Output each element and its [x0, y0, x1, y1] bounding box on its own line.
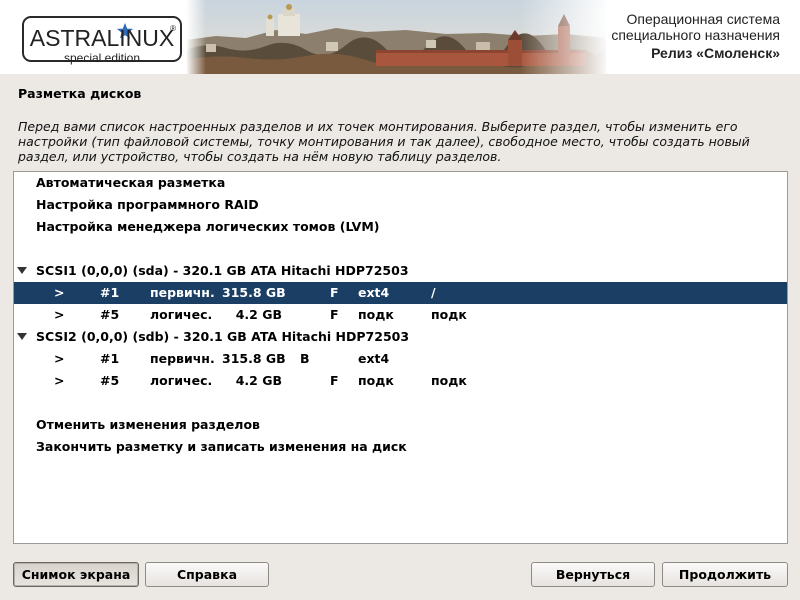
partition-size: 315.8 GB: [222, 351, 286, 366]
partition-flag-boot: B: [300, 351, 310, 366]
partition-row-sdb1[interactable]: > #1 первичн. 315.8 GB B ext4: [14, 348, 787, 370]
partition-type: первичн.: [150, 285, 215, 300]
partition-type: первичн.: [150, 351, 215, 366]
list-item-label: Настройка программного RAID: [36, 197, 259, 212]
partition-flag-format: F: [330, 373, 339, 388]
list-item-label: Настройка менеджера логических томов (LV…: [36, 219, 380, 234]
expand-triangle-icon: [17, 267, 27, 274]
partition-mount: подк: [431, 373, 467, 388]
logo-subtitle: special edition: [63, 51, 141, 65]
page-description: Перед вами список настроенных разделов и…: [18, 119, 750, 164]
partition-flag-format: F: [330, 285, 339, 300]
page-title: Разметка дисков: [18, 86, 142, 101]
partition-arrow: >: [54, 307, 65, 322]
partition-number: #5: [100, 373, 120, 388]
partition-filesystem: подк: [358, 307, 394, 322]
partition-type: логичес.: [150, 307, 213, 322]
partition-filesystem: ext4: [358, 351, 390, 366]
list-item-undo-changes[interactable]: Отменить изменения разделов: [14, 414, 787, 436]
partition-arrow: >: [54, 285, 65, 300]
partition-flag-format: F: [330, 307, 339, 322]
partition-size: 4.2 GB: [235, 307, 282, 322]
partition-row-sda1[interactable]: > #1 первичн. 315.8 GB F ext4 /: [14, 282, 787, 304]
os-title-line2: специального назначения: [611, 27, 780, 43]
partition-number: #1: [100, 351, 120, 366]
disk-label: SCSI1 (0,0,0) (sda) - 320.1 GB ATA Hitac…: [36, 263, 409, 278]
partition-row-sdb5[interactable]: > #5 логичес. 4.2 GB F подк подк: [14, 370, 787, 392]
os-title-line1: Операционная система: [626, 11, 780, 27]
list-item-lvm[interactable]: Настройка менеджера логических томов (LV…: [14, 216, 787, 238]
partition-number: #5: [100, 307, 120, 322]
partition-row-sda5[interactable]: > #5 логичес. 4.2 GB F подк подк: [14, 304, 787, 326]
partition-mount: /: [431, 285, 436, 300]
disk-label: SCSI2 (0,0,0) (sdb) - 320.1 GB ATA Hitac…: [36, 329, 410, 344]
disk-row-sda[interactable]: SCSI1 (0,0,0) (sda) - 320.1 GB ATA Hitac…: [14, 260, 787, 282]
partition-mount: подк: [431, 307, 467, 322]
photo-fade-left: [186, 0, 206, 74]
continue-button[interactable]: Продолжить: [662, 562, 788, 587]
partition-number: #1: [100, 285, 120, 300]
partition-filesystem: подк: [358, 373, 394, 388]
partition-filesystem: ext4: [358, 285, 390, 300]
list-item-software-raid[interactable]: Настройка программного RAID: [14, 194, 787, 216]
partition-size: 315.8 GB: [222, 285, 286, 300]
photo-fade: [520, 0, 610, 74]
registered-mark: ®: [170, 24, 176, 33]
list-item-label: Отменить изменения разделов: [36, 417, 260, 432]
header-banner: ASTRALINUX ® special edition Операционна…: [0, 0, 800, 74]
back-button[interactable]: Вернуться: [531, 562, 655, 587]
partition-size: 4.2 GB: [235, 373, 282, 388]
astralinux-logo: ASTRALINUX ® special edition: [22, 16, 182, 65]
partition-list[interactable]: Автоматическая разметка Настройка програ…: [13, 171, 788, 544]
list-item-auto-partition[interactable]: Автоматическая разметка: [14, 172, 787, 194]
help-button[interactable]: Справка: [145, 562, 269, 587]
list-item-label: Автоматическая разметка: [36, 175, 226, 190]
disk-row-sdb[interactable]: SCSI2 (0,0,0) (sdb) - 320.1 GB ATA Hitac…: [14, 326, 787, 348]
list-item-label: Закончить разметку и записать изменения …: [36, 439, 407, 454]
screenshot-button[interactable]: Снимок экрана: [13, 562, 139, 587]
partition-type: логичес.: [150, 373, 213, 388]
list-item-finish-partitioning[interactable]: Закончить разметку и записать изменения …: [14, 436, 787, 458]
release-name: Релиз «Смоленск»: [651, 45, 780, 61]
partition-arrow: >: [54, 373, 65, 388]
expand-triangle-icon: [17, 333, 27, 340]
partition-arrow: >: [54, 351, 65, 366]
logo-text: ASTRALINUX: [29, 25, 175, 51]
